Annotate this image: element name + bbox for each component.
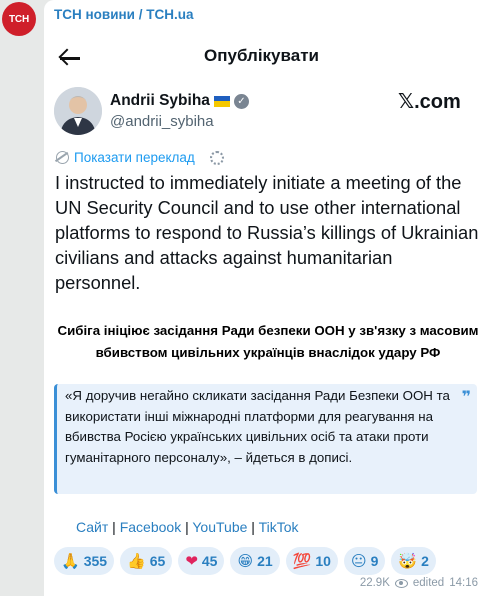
author-name-row: Andrii Sybiha ✓: [110, 92, 249, 110]
translate-link[interactable]: Показати переклад: [56, 150, 224, 165]
author-name: Andrii Sybiha: [110, 92, 210, 109]
neutral-face-icon: 😐: [350, 552, 367, 570]
heart-icon: ❤: [185, 552, 198, 570]
author-avatar: [54, 87, 102, 135]
post-header-title: Опублікувати: [204, 46, 319, 65]
ukraine-flag-icon: [213, 95, 230, 107]
reaction-grin[interactable]: 😁 21: [230, 547, 280, 575]
reaction-neutral[interactable]: 😐 9: [343, 547, 386, 575]
quote-icon: ❞: [461, 389, 471, 406]
message-meta: 22.9K edited 14:16: [360, 577, 478, 589]
translate-icon: [56, 151, 69, 164]
links-row: Сайт | Facebook | YouTube | TikTok: [76, 519, 299, 535]
headline: Сибіга ініціює засідання Ради безпеки ОО…: [57, 323, 479, 360]
reaction-heart[interactable]: ❤ 45: [178, 547, 225, 575]
reaction-thumbs-up[interactable]: 👍 65: [120, 547, 173, 575]
reaction-pray[interactable]: 🙏 355: [54, 547, 115, 575]
channel-avatar[interactable]: ТСН: [2, 2, 36, 36]
quote-block: «Я доручив негайно скликати засідання Ра…: [54, 384, 477, 494]
hundred-icon: 💯: [292, 552, 312, 570]
reaction-count: 2: [421, 553, 429, 569]
message-bubble: ТСН новини / ТСН.ua Опублікувати Andrii …: [44, 0, 488, 596]
tweet-text: I instructed to immediately initiate a m…: [55, 172, 479, 293]
channel-name[interactable]: ТСН новини / ТСН.ua: [54, 7, 193, 22]
translate-label: Показати переклад: [74, 150, 195, 165]
link-facebook[interactable]: Facebook: [120, 519, 181, 535]
back-arrow-icon[interactable]: [58, 46, 84, 70]
reaction-count: 9: [370, 553, 379, 569]
author-handle: @andrii_sybiha: [110, 113, 214, 130]
pray-icon: 🙏: [61, 552, 80, 570]
reaction-mind-blown[interactable]: 🤯 2: [391, 547, 436, 575]
link-youtube[interactable]: YouTube: [192, 519, 247, 535]
reaction-count: 21: [257, 553, 273, 569]
x-logo: 𝕏.com: [398, 91, 461, 113]
view-count: 22.9K: [359, 577, 390, 589]
edited-label: edited: [412, 577, 445, 589]
reaction-count: 10: [315, 553, 331, 569]
link-tiktok[interactable]: TikTok: [259, 519, 299, 535]
mind-blown-icon: 🤯: [398, 552, 418, 570]
reaction-count: 45: [201, 553, 218, 569]
reaction-count: 65: [149, 553, 166, 569]
eye-icon: [394, 578, 408, 588]
reactions-bar: 🙏 355 👍 65 ❤ 45 😁 21 💯 10 😐 9 🤯 2: [54, 547, 436, 575]
message-time: 14:16: [449, 577, 478, 589]
gear-icon[interactable]: [209, 150, 224, 165]
reaction-count: 355: [83, 553, 108, 569]
thumbs-up-icon: 👍: [127, 552, 146, 570]
grin-icon: 😁: [237, 552, 254, 570]
link-site[interactable]: Сайт: [76, 519, 108, 535]
verified-badge-icon: ✓: [233, 93, 249, 109]
quote-text: «Я доручив негайно скликати засідання Ра…: [65, 388, 450, 466]
reaction-hundred[interactable]: 💯 10: [285, 547, 338, 575]
